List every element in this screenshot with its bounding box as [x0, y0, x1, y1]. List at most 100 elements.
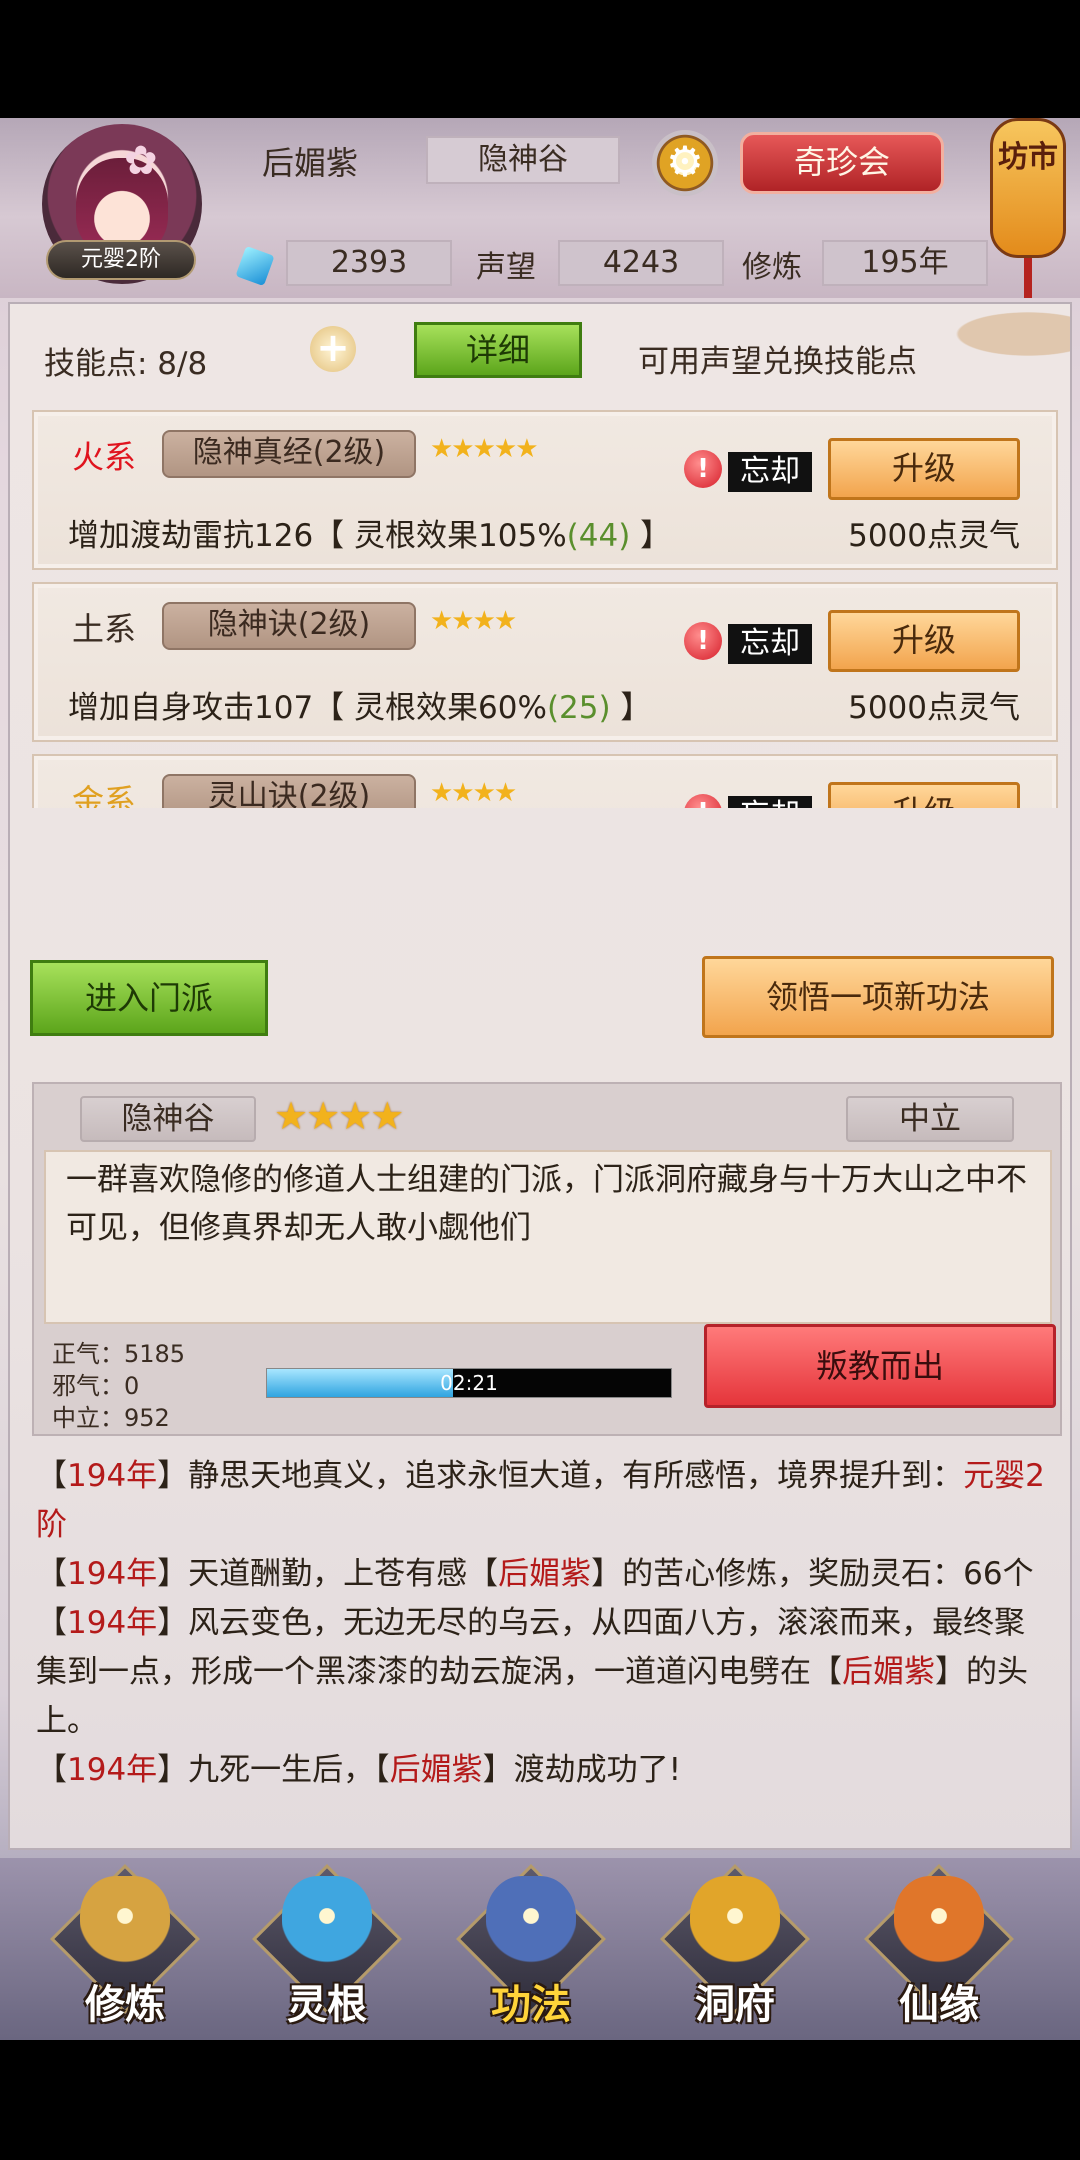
skill-stars: ★★★★★: [430, 434, 539, 464]
skill-name[interactable]: 灵山诀(2级): [162, 774, 416, 808]
reputation-value: 4243: [558, 240, 724, 286]
sect-stars: ★★★★: [274, 1094, 404, 1138]
event-log: 【194年】静思天地真义，追求永恒大道，有所感悟，境界提升到：元婴2阶 【194年…: [36, 1452, 1046, 1795]
shop-lantern-button[interactable]: 坊市: [990, 118, 1066, 258]
nav-label: 洞府: [695, 1982, 775, 2028]
log-text: 】的苦心修炼，奖励灵石：66个: [591, 1556, 1034, 1592]
rank-badge: 元婴2阶: [46, 240, 196, 280]
nav-label: 仙缘: [899, 1982, 979, 2028]
alignment-stats: 正气：5185 邪气：0 中立：952: [52, 1338, 185, 1434]
log-text: 】渡劫成功了!: [482, 1752, 682, 1788]
log-text: 【: [36, 1752, 67, 1788]
nav-tab-0[interactable]: 修炼: [50, 1864, 200, 2036]
log-text: 】天道酬勤，上苍有感【: [157, 1556, 499, 1592]
forget-button[interactable]: 忘却: [728, 796, 812, 808]
log-text: 】九死一生后，【: [157, 1752, 390, 1788]
log-entry: 【194年】风云变色，无边无尽的乌云，从四面八方，滚滚而来，最终聚集到一点，形成…: [36, 1599, 1046, 1746]
sect-alignment: 中立: [846, 1096, 1014, 1142]
evil-stat: 邪气：0: [52, 1372, 140, 1400]
lantern-tassel: [1024, 258, 1032, 298]
gourd-icon: [894, 1876, 984, 1976]
log-text: 】静思天地真义，追求永恒大道，有所感悟，境界提升到：: [157, 1458, 964, 1494]
skill-stars: ★★★★: [430, 778, 517, 808]
skill-card: 火系 隐神真经(2级) ★★★★★ ! 忘却 升级 增加渡劫雷抗126【 灵根效…: [32, 410, 1058, 570]
pagoda-icon: [690, 1876, 780, 1976]
cloud-decoration: [930, 304, 1070, 364]
defect-button[interactable]: 叛教而出: [704, 1324, 1056, 1408]
skill-cost: 5000点灵气: [848, 518, 1020, 554]
element-label: 火系: [72, 438, 137, 476]
nav-tab-4[interactable]: 仙缘: [864, 1864, 1014, 2036]
gem-count: 2393: [286, 240, 452, 286]
nav-label: 修炼: [85, 1982, 165, 2028]
forget-button[interactable]: 忘却: [728, 624, 812, 664]
gear-icon[interactable]: ⚙: [652, 130, 718, 196]
skill-name[interactable]: 隐神真经(2级): [162, 430, 416, 478]
righteous-stat: 正气：5185: [52, 1340, 186, 1368]
nav-tab-2[interactable]: 功法: [456, 1864, 606, 2036]
detail-button[interactable]: 详细: [414, 322, 582, 378]
log-highlight: 194年: [67, 1556, 158, 1592]
exchange-hint: 可用声望兑换技能点: [638, 344, 917, 380]
sect-info-name: 隐神谷: [80, 1096, 256, 1142]
nav-tab-3[interactable]: 洞府: [660, 1864, 810, 2036]
skill-card: 金系 灵山诀(2级) ★★★★ ! 忘却 升级: [32, 754, 1058, 808]
upgrade-button[interactable]: 升级: [828, 782, 1020, 808]
market-button[interactable]: 奇珍会: [740, 132, 944, 194]
sword-ring-icon: [282, 1876, 372, 1976]
sect-info-panel: 隐神谷 ★★★★ 中立 一群喜欢隐修的修道人士组建的门派，门派洞府藏身与十万大山…: [32, 1082, 1062, 1436]
nav-label: 功法: [491, 1982, 571, 2028]
skill-stars: ★★★★: [430, 606, 517, 636]
skill-points: 技能点: 8/8: [44, 346, 208, 382]
gem-icon: [235, 245, 275, 287]
log-highlight: 194年: [67, 1458, 158, 1494]
nav-tab-1[interactable]: 灵根: [252, 1864, 402, 2036]
log-highlight: 194年: [67, 1752, 158, 1788]
enter-sect-button[interactable]: 进入门派: [30, 960, 268, 1036]
sect-description: 一群喜欢隐修的修道人士组建的门派，门派洞府藏身与十万大山之中不可见，但修真界却无…: [44, 1150, 1052, 1324]
sect-name: 隐神谷: [426, 136, 620, 184]
upgrade-button[interactable]: 升级: [828, 610, 1020, 672]
warning-icon: !: [684, 794, 722, 808]
bottom-nav: 修炼 灵根 功法 洞府 仙缘: [0, 1858, 1080, 2040]
player-name: 后媚紫: [262, 144, 359, 182]
element-label: 金系: [72, 782, 137, 808]
add-skill-point-button[interactable]: +: [310, 326, 356, 372]
warning-icon: !: [684, 622, 722, 660]
log-text: 【: [36, 1556, 67, 1592]
cultivation-years: 195年: [822, 240, 988, 286]
log-highlight: 后媚紫: [498, 1556, 592, 1592]
skill-effect: 增加渡劫雷抗126【 灵根效果105%(44) 】: [68, 518, 672, 554]
scroll-book-icon: [486, 1876, 576, 1976]
learn-new-skill-button[interactable]: 领悟一项新功法: [702, 956, 1054, 1038]
log-highlight: 194年: [67, 1605, 158, 1641]
warning-icon: !: [684, 450, 722, 488]
timer-progress-bar: 02:21: [266, 1368, 672, 1398]
element-label: 土系: [72, 610, 137, 648]
log-highlight: 后媚紫: [389, 1752, 483, 1788]
nav-label: 灵根: [287, 1982, 367, 2028]
skill-cost: 5000点灵气: [848, 690, 1020, 726]
skill-list[interactable]: 火系 隐神真经(2级) ★★★★★ ! 忘却 升级 增加渡劫雷抗126【 灵根效…: [32, 410, 1058, 808]
shop-lantern-label: 坊市: [998, 140, 1058, 175]
log-entry: 【194年】九死一生后，【后媚紫】渡劫成功了!: [36, 1746, 1046, 1795]
skill-effect: 增加自身攻击107【 灵根效果60%(25) 】: [68, 690, 652, 726]
hooded-monk-icon: [80, 1876, 170, 1976]
log-entry: 【194年】天道酬勤，上苍有感【后媚紫】的苦心修炼，奖励灵石：66个: [36, 1550, 1046, 1599]
header: ✿ 元婴2阶 后媚紫 隐神谷 ⚙ 奇珍会 坊市 2393 声望 4243 修炼 …: [0, 118, 1080, 298]
forget-button[interactable]: 忘却: [728, 452, 812, 492]
log-text: 【: [36, 1605, 67, 1641]
game-screen: ✿ 元婴2阶 后媚紫 隐神谷 ⚙ 奇珍会 坊市 2393 声望 4243 修炼 …: [0, 118, 1080, 2040]
timer-text: 02:21: [440, 1371, 498, 1395]
skill-name[interactable]: 隐神诀(2级): [162, 602, 416, 650]
skill-card: 土系 隐神诀(2级) ★★★★ ! 忘却 升级 增加自身攻击107【 灵根效果6…: [32, 582, 1058, 742]
neutral-stat: 中立：952: [52, 1404, 170, 1432]
reputation-label: 声望: [476, 250, 536, 285]
flower-hairpin-icon: ✿: [124, 138, 158, 184]
cultivation-label: 修炼: [742, 250, 802, 285]
skills-panel: 技能点: 8/8 + 详细 可用声望兑换技能点 火系 隐神真经(2级) ★★★★…: [8, 302, 1073, 1967]
log-text: 【: [36, 1458, 67, 1494]
upgrade-button[interactable]: 升级: [828, 438, 1020, 500]
log-highlight: 后媚紫: [842, 1654, 935, 1690]
log-entry: 【194年】静思天地真义，追求永恒大道，有所感悟，境界提升到：元婴2阶: [36, 1452, 1046, 1550]
